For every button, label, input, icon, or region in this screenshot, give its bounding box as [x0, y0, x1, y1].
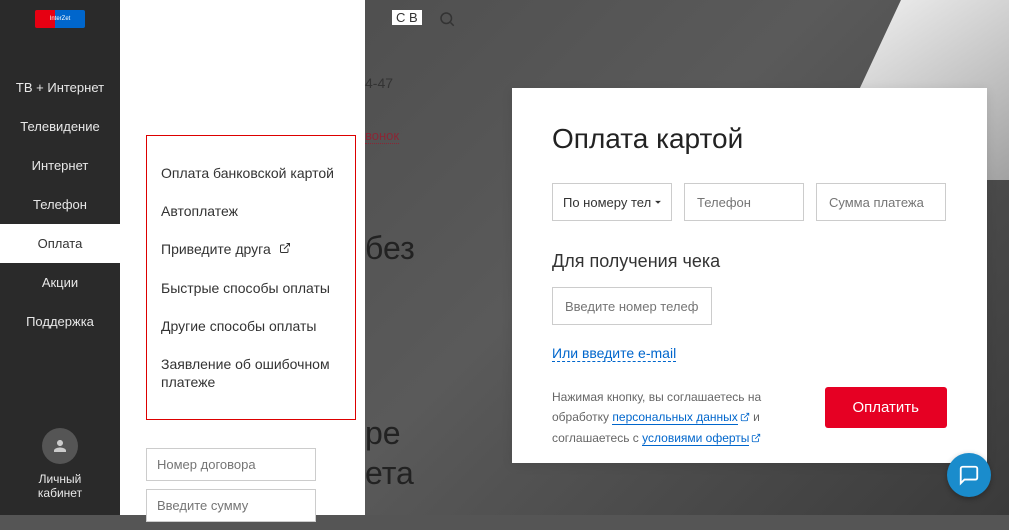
- submenu-other-pay[interactable]: Другие способы оплаты: [161, 307, 341, 345]
- header-fragment: С В: [392, 10, 422, 25]
- contract-amount-input[interactable]: [146, 489, 316, 522]
- nav-support[interactable]: Поддержка: [0, 302, 120, 341]
- contract-number-input[interactable]: [146, 448, 316, 481]
- email-toggle-link[interactable]: Или введите e-mail: [552, 345, 676, 362]
- submenu-autopay[interactable]: Автоплатеж: [161, 192, 341, 230]
- submenu-refer-label: Приведите друга: [161, 241, 271, 257]
- nav-promo[interactable]: Акции: [0, 263, 120, 302]
- agreement-text: Нажимая кнопку, вы соглашаетесь на обраб…: [552, 387, 805, 449]
- submenu-panel: Оплата банковской картой Автоплатеж Прив…: [120, 0, 365, 515]
- amount-input[interactable]: [816, 183, 946, 221]
- payment-card: Оплата картой По номеру тел Для получени…: [512, 88, 987, 463]
- submenu-box: Оплата банковской картой Автоплатеж Прив…: [146, 135, 356, 420]
- logo[interactable]: InterZet: [0, 0, 120, 38]
- check-phone-input[interactable]: [552, 287, 712, 325]
- personal-data-link[interactable]: персональных данных: [612, 410, 737, 425]
- search-icon[interactable]: [438, 10, 456, 33]
- chevron-down-icon: [651, 195, 665, 209]
- check-title: Для получения чека: [552, 251, 947, 272]
- payment-input-row: По номеру тел: [552, 183, 947, 221]
- payment-bottom-row: Нажимая кнопку, вы соглашаетесь на обраб…: [552, 387, 947, 449]
- external-link-icon: [279, 240, 291, 258]
- payment-title: Оплата картой: [552, 123, 947, 155]
- select-label: По номеру тел: [563, 195, 651, 210]
- phone-fragment: 4-47: [365, 75, 393, 91]
- nav-phone[interactable]: Телефон: [0, 185, 120, 224]
- nav-tv-internet[interactable]: ТВ + Интернет: [0, 68, 120, 107]
- chat-button[interactable]: [947, 453, 991, 497]
- account-label: Личный кабинет: [15, 472, 105, 500]
- logo-image: InterZet: [35, 10, 85, 28]
- text-fragment-1: без: [365, 230, 415, 267]
- external-link-icon: [751, 429, 761, 449]
- account-section[interactable]: Личный кабинет: [0, 413, 120, 515]
- nav-payment[interactable]: Оплата: [0, 224, 120, 263]
- submenu-wrong-payment[interactable]: Заявление об ошибочном платеже: [161, 345, 341, 401]
- offer-terms-link[interactable]: условиями оферты: [642, 431, 749, 446]
- submenu-refer-friend[interactable]: Приведите друга: [161, 230, 341, 268]
- submenu-card-payment[interactable]: Оплата банковской картой: [161, 154, 341, 192]
- user-icon: [42, 428, 78, 464]
- submenu-quick-pay[interactable]: Быстрые способы оплаты: [161, 269, 341, 307]
- text-fragment-2: ре: [365, 415, 401, 452]
- sidebar: InterZet ТВ + Интернет Телевидение Интер…: [0, 0, 120, 515]
- nav-television[interactable]: Телевидение: [0, 107, 120, 146]
- nav-internet[interactable]: Интернет: [0, 146, 120, 185]
- pay-button[interactable]: Оплатить: [825, 387, 948, 428]
- chat-icon: [958, 464, 980, 486]
- nav-list: ТВ + Интернет Телевидение Интернет Телеф…: [0, 68, 120, 341]
- payment-type-select[interactable]: По номеру тел: [552, 183, 672, 221]
- external-link-icon: [740, 408, 750, 428]
- phone-input[interactable]: [684, 183, 804, 221]
- text-fragment-3: ета: [365, 455, 414, 492]
- contract-form: [146, 448, 316, 530]
- callback-fragment: вонок: [365, 128, 399, 144]
